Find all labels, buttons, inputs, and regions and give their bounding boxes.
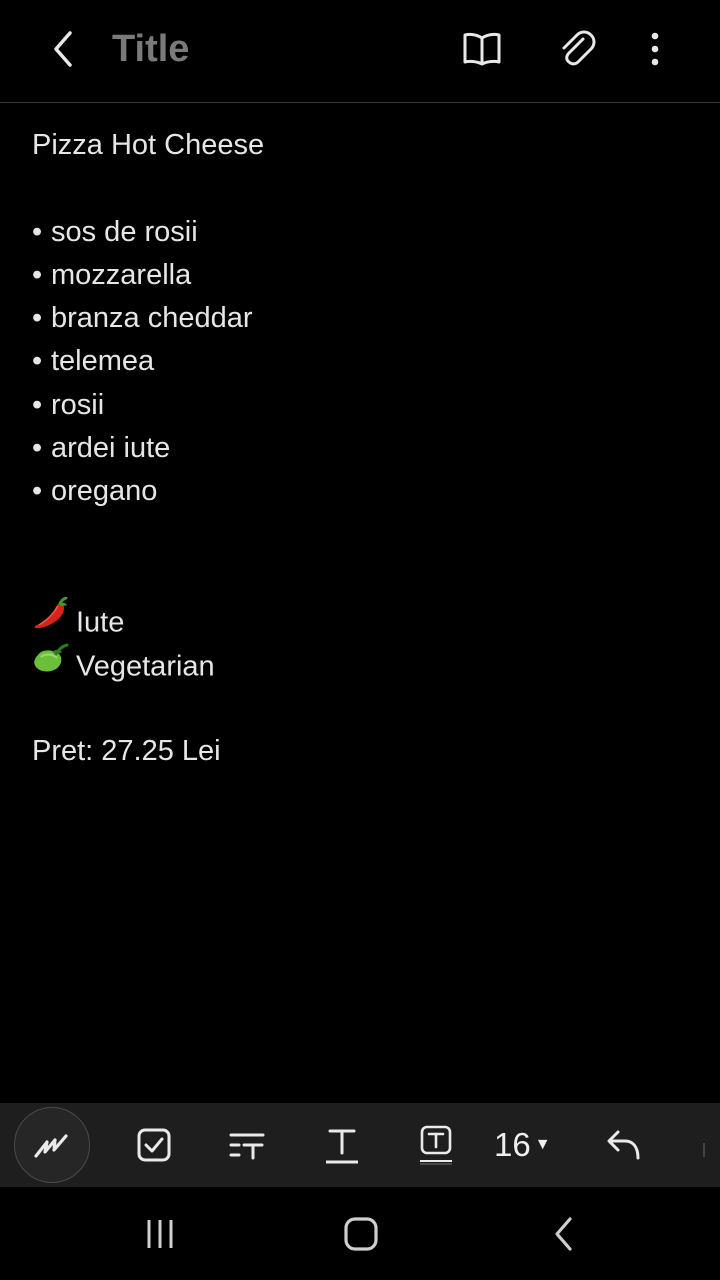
bullet: •: [32, 302, 43, 335]
font-size-value: 16: [494, 1126, 531, 1163]
home-icon: [344, 1217, 378, 1251]
recents-button[interactable]: [130, 1207, 190, 1261]
undo-button[interactable]: [596, 1117, 652, 1173]
ingredient-item: • oregano: [32, 470, 692, 513]
toolbar-scroll-indicator: [703, 1143, 705, 1157]
ingredient-item: • rosii: [32, 384, 692, 427]
text-box-button[interactable]: [408, 1117, 464, 1173]
bullet: •: [32, 345, 43, 378]
attach-button[interactable]: [550, 22, 604, 76]
text-format-icon: [326, 1129, 358, 1164]
system-back-button[interactable]: [534, 1207, 594, 1261]
tag-label: Iute: [76, 606, 125, 639]
ingredient-item: • ardei iute: [32, 427, 692, 470]
tag-label: Vegetarian: [76, 649, 215, 682]
undo-icon: [607, 1130, 640, 1160]
ingredient-text: ardei iute: [51, 432, 171, 465]
ingredient-text: telemea: [51, 345, 155, 378]
ingredient-text: rosii: [51, 388, 105, 421]
bullet: •: [32, 215, 43, 248]
ingredient-text: sos de rosii: [51, 215, 198, 248]
system-navigation-bar: [0, 1187, 720, 1280]
pen-mode-button[interactable]: [14, 1107, 90, 1183]
formatting-toolbar: 16 ▼: [0, 1103, 720, 1187]
text-box-icon: [420, 1125, 452, 1165]
bullet: •: [32, 475, 43, 508]
top-app-bar: Title: [0, 0, 720, 103]
ingredient-item: • branza cheddar: [32, 297, 692, 340]
ingredient-text: branza cheddar: [51, 302, 253, 335]
back-icon: [555, 1217, 572, 1251]
text-style-icon: [229, 1133, 265, 1160]
bullet: •: [32, 258, 43, 291]
recents-icon: [147, 1220, 173, 1248]
checkbox-button[interactable]: [126, 1117, 182, 1173]
ingredient-item: • sos de rosii: [32, 211, 692, 254]
bullet: •: [32, 432, 43, 465]
note-body[interactable]: Pizza Hot Cheese • sos de rosii • mozzarel…: [32, 124, 692, 773]
ingredient-item: • mozzarella: [32, 254, 692, 297]
ingredient-text: mozzarella: [51, 258, 192, 291]
note-heading: Pizza Hot Cheese: [32, 129, 265, 161]
dropdown-caret-icon: ▼: [534, 1136, 551, 1153]
home-button[interactable]: [331, 1207, 391, 1261]
ingredient-text: oregano: [51, 475, 158, 508]
book-icon: [463, 32, 501, 66]
tag-line-vegetarian: Vegetarian: [32, 641, 692, 688]
checkbox-icon: [137, 1128, 171, 1162]
more-vertical-icon: [651, 32, 659, 66]
ingredient-item: • telemea: [32, 340, 692, 383]
reading-mode-button[interactable]: [455, 22, 509, 76]
price-line: Pret: 27.25 Lei: [32, 735, 221, 768]
bullet: •: [32, 388, 43, 421]
paperclip-icon: [562, 30, 596, 66]
tag-line-spicy: Iute: [32, 596, 692, 644]
text-style-button[interactable]: [219, 1117, 275, 1173]
back-button[interactable]: [36, 22, 90, 76]
green-pepper-icon: [32, 641, 76, 688]
note-title[interactable]: Title: [112, 24, 189, 74]
text-format-button[interactable]: [314, 1117, 370, 1173]
back-arrow-icon: [54, 31, 72, 67]
font-size-dropdown[interactable]: 16 ▼: [494, 1117, 566, 1173]
more-options-button[interactable]: [628, 22, 682, 76]
chili-pepper-icon: [32, 596, 76, 644]
pen-icon: [34, 1134, 68, 1158]
